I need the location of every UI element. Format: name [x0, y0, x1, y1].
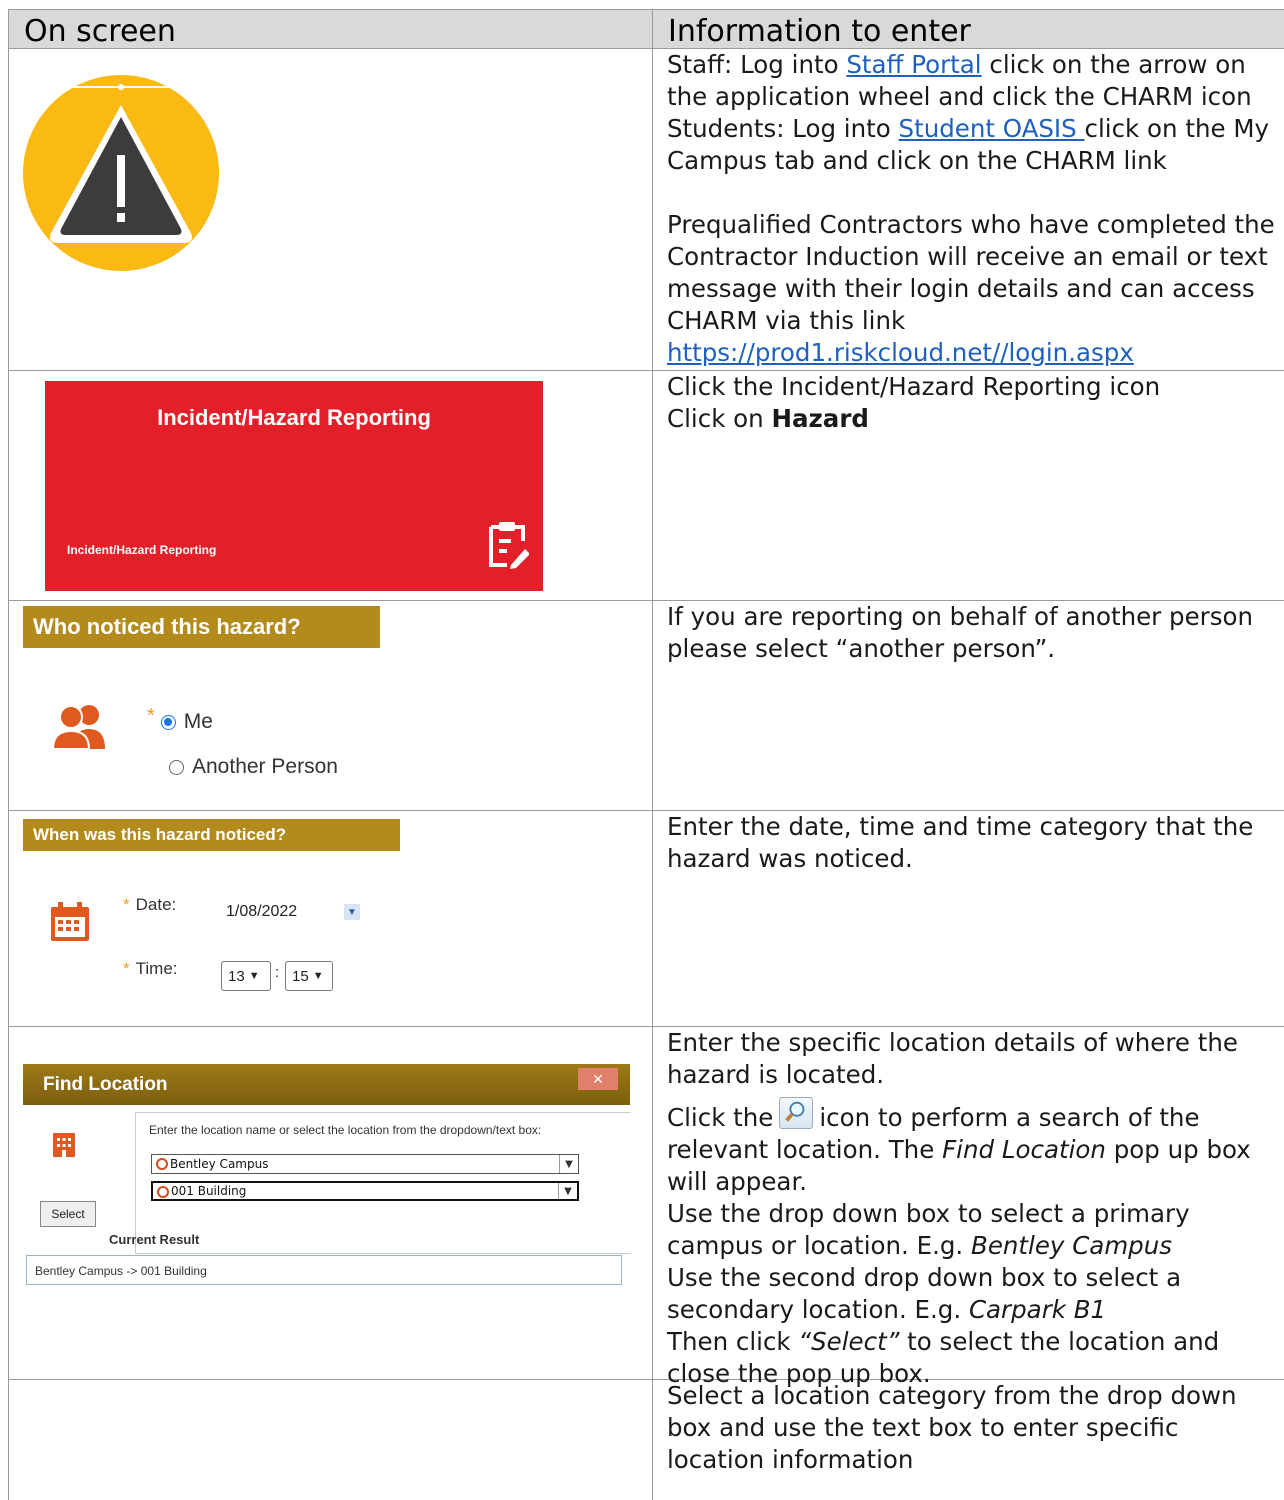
required-marker: * — [123, 895, 130, 914]
example-campus: Bentley Campus — [971, 1231, 1173, 1260]
example-carpark: Carpark B1 — [968, 1295, 1107, 1324]
table-row: Staff: Log into Staff Portal click on th… — [9, 49, 1284, 371]
dialog-title: Find Location — [43, 1074, 168, 1095]
row2-screen-cell: Incident/Hazard Reporting Incident/Hazar… — [9, 371, 653, 600]
current-result-label: Current Result — [109, 1232, 200, 1247]
time-label-text: Time: — [135, 959, 178, 978]
radio-me-label: Me — [183, 710, 213, 733]
date-label: * Date: — [123, 895, 176, 915]
contractors-text: Prequalified Contractors who have comple… — [667, 210, 1275, 335]
incident-hazard-reporting-tile[interactable]: Incident/Hazard Reporting Incident/Hazar… — [45, 381, 543, 591]
row4-text: Enter the date, time and time category t… — [667, 812, 1254, 873]
table-row: Who noticed this hazard? * Me Another Pe… — [9, 601, 1284, 811]
radio-another-person[interactable]: Another Person — [169, 755, 338, 779]
location-search-panel: Enter the location name or select the lo… — [135, 1112, 631, 1254]
row3-info-cell: If you are reporting on behalf of anothe… — [653, 601, 1284, 810]
radio-me-button[interactable] — [160, 714, 176, 730]
table-header: On screen Information to enter — [9, 10, 1284, 49]
row1-screen-cell — [9, 49, 653, 370]
primary-location-value: Bentley Campus — [170, 1157, 269, 1171]
row3-text: If you are reporting on behalf of anothe… — [667, 602, 1254, 663]
location-marker-icon — [156, 1158, 168, 1170]
who-noticed-header: Who noticed this hazard? — [23, 606, 380, 648]
hour-select[interactable]: 13 ▼ — [221, 961, 271, 991]
select-ref: “Select” — [798, 1327, 900, 1356]
students-text: Students: Log into — [667, 114, 899, 143]
search-icon[interactable] — [779, 1097, 814, 1129]
row5-screen-cell: Find Location ✕ Enter the location name … — [9, 1027, 653, 1379]
row5-p2: Click the — [667, 1103, 774, 1132]
row2-info-cell: Click the Incident/Hazard Reporting icon… — [653, 371, 1284, 600]
when-noticed-header: When was this hazard noticed? — [23, 819, 400, 851]
date-value: 1/08/2022 — [226, 903, 298, 920]
find-location-dialog-header: Find Location ✕ — [23, 1064, 630, 1105]
calendar-icon — [51, 902, 89, 941]
row6-info-cell: Select a location category from the drop… — [653, 1380, 1284, 1500]
staff-portal-link[interactable]: Staff Portal — [846, 50, 981, 79]
clipboard-edit-icon — [489, 522, 529, 569]
row5-info-cell: Enter the specific location details of w… — [653, 1027, 1284, 1388]
charm-login-link[interactable]: https://prod1.riskcloud.net//login.aspx — [667, 338, 1134, 367]
chevron-down-icon: ▼ — [559, 1155, 578, 1173]
row2-line1: Click the Incident/Hazard Reporting icon — [667, 372, 1161, 401]
row3-screen-cell: Who noticed this hazard? * Me Another Pe… — [9, 601, 653, 810]
table-row: Find Location ✕ Enter the location name … — [9, 1027, 1284, 1388]
current-result-value: Bentley Campus -> 001 Building — [26, 1255, 622, 1285]
select-button[interactable]: Select — [40, 1201, 96, 1227]
row4-info-cell: Enter the date, time and time category t… — [653, 811, 1284, 1026]
table-row: Select a location category from the drop… — [9, 1380, 1284, 1500]
row4-screen-cell: When was this hazard noticed? * Date: 1/0… — [9, 811, 653, 1026]
required-marker: * — [147, 704, 155, 727]
radio-another-button[interactable] — [169, 759, 184, 775]
row1-info-cell: Staff: Log into Staff Portal click on th… — [653, 49, 1284, 370]
close-button[interactable]: ✕ — [578, 1068, 618, 1090]
secondary-location-value: 001 Building — [171, 1184, 247, 1198]
student-oasis-link[interactable]: Student OASIS — [899, 114, 1085, 143]
table-row: When was this hazard noticed? * Date: 1/0… — [9, 811, 1284, 1027]
people-icon — [53, 705, 105, 749]
hour-value: 13 — [228, 967, 245, 985]
location-instruction: Enter the location name or select the lo… — [149, 1123, 542, 1137]
row5-p5: Then click — [667, 1327, 799, 1356]
instruction-table: On screen Information to enter Staff: Lo… — [8, 9, 1284, 1500]
tile-subtitle: Incident/Hazard Reporting — [67, 543, 217, 557]
secondary-location-dropdown[interactable]: 001 Building ▼ — [151, 1181, 579, 1201]
row6-screen-cell — [9, 1380, 653, 1500]
radio-me[interactable]: * Me — [147, 705, 213, 734]
required-marker: * — [123, 959, 130, 978]
radio-another-label: Another Person — [192, 755, 338, 778]
date-picker[interactable]: 1/08/2022 ▼ — [219, 899, 363, 925]
primary-location-dropdown[interactable]: Bentley Campus ▼ — [151, 1154, 579, 1174]
staff-text: Staff: Log into — [667, 50, 847, 79]
chevron-down-icon: ▼ — [248, 970, 260, 982]
table-row: Incident/Hazard Reporting Incident/Hazar… — [9, 371, 1284, 601]
minute-value: 15 — [292, 967, 309, 985]
hazard-label: Hazard — [771, 404, 869, 433]
row6-text: Select a location category from the drop… — [667, 1381, 1237, 1474]
tile-title: Incident/Hazard Reporting — [157, 405, 431, 430]
row5-p1: Enter the specific location details of w… — [667, 1028, 1238, 1089]
location-marker-icon — [157, 1186, 169, 1198]
minute-select[interactable]: 15 ▼ — [285, 961, 333, 991]
chevron-down-icon: ▼ — [558, 1183, 577, 1199]
chevron-down-icon: ▼ — [312, 970, 324, 982]
building-icon — [53, 1133, 75, 1157]
find-location-ref: Find Location — [942, 1135, 1106, 1164]
time-colon: : — [275, 964, 280, 981]
date-label-text: Date: — [135, 895, 177, 914]
date-dropdown-icon[interactable]: ▼ — [344, 904, 360, 920]
header-information: Information to enter — [668, 14, 971, 49]
row2-line2: Click on — [667, 404, 772, 433]
warning-icon — [23, 75, 219, 271]
header-on-screen: On screen — [9, 10, 653, 49]
time-label: * Time: — [123, 959, 178, 979]
